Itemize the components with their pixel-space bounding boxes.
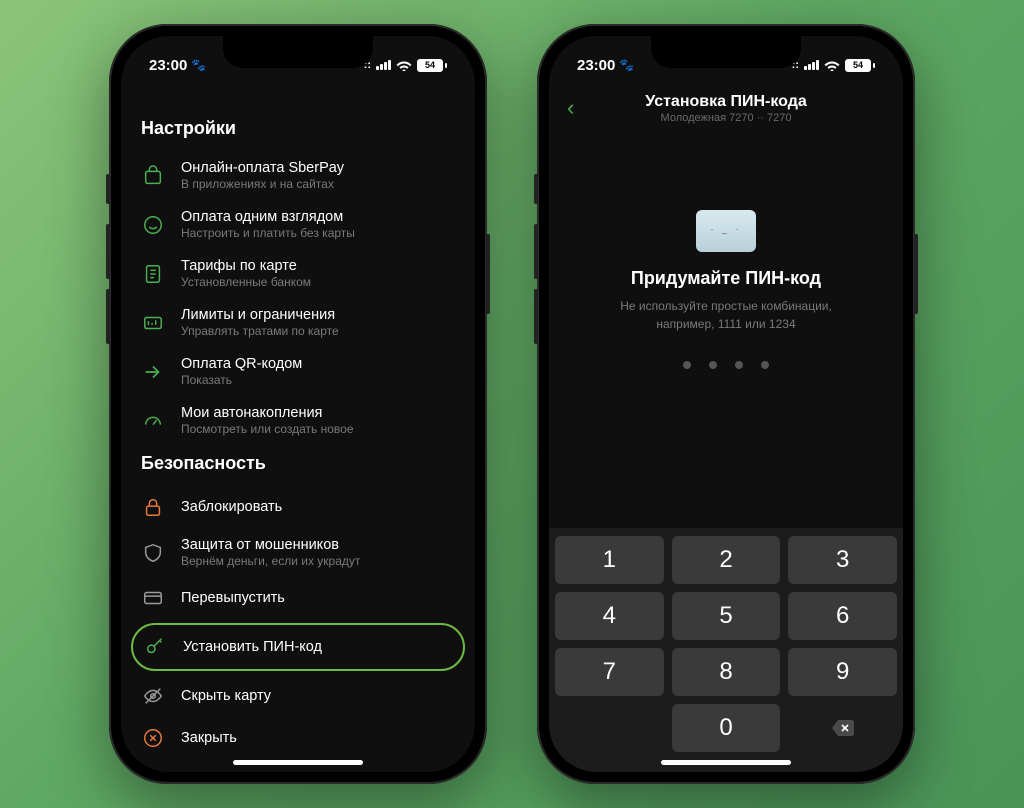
card-icon (141, 586, 165, 610)
nav-subtitle: Молодежная 7270 ·· 7270 (549, 112, 903, 124)
pin-dot (709, 361, 717, 369)
item-auto-savings[interactable]: Мои автонакопленияПосмотреть или создать… (121, 396, 475, 445)
phone-right: 23:00 🐾 :: 54 ‹ Установка ПИН-кода Молод… (537, 24, 915, 784)
battery-icon: 54 (845, 59, 875, 72)
backspace-icon (830, 718, 856, 738)
item-hide-card[interactable]: Скрыть карту (121, 675, 475, 717)
phone-left: 23:00 🐾 :: 54 Настройки Онлайн-оплата Sb… (109, 24, 487, 784)
key-3[interactable]: 3 (788, 536, 897, 584)
status-time: 23:00 (149, 57, 187, 74)
item-qr[interactable]: Оплата QR-кодомПоказать (121, 347, 475, 396)
item-title: Онлайн-оплата SberPay (181, 160, 455, 176)
settings-content[interactable]: Настройки Онлайн-оплата SberPayВ приложе… (121, 80, 475, 772)
key-9[interactable]: 9 (788, 648, 897, 696)
item-sub: В приложениях и на сайтах (181, 177, 455, 191)
key-7[interactable]: 7 (555, 648, 664, 696)
item-limits[interactable]: Лимиты и ограниченияУправлять тратами по… (121, 298, 475, 347)
signal-icon (804, 60, 819, 70)
shield-icon (141, 541, 165, 565)
nav-bar: ‹ Установка ПИН-кода Молодежная 7270 ·· … (549, 80, 903, 130)
wifi-icon (824, 59, 840, 71)
pin-heading: Придумайте ПИН-код (549, 268, 903, 289)
key-0[interactable]: 0 (672, 704, 781, 752)
card-illustration: · _ · (696, 210, 756, 252)
notch (223, 36, 373, 68)
lock-icon (141, 495, 165, 519)
section-title-settings: Настройки (121, 110, 475, 151)
close-circle-icon (141, 726, 165, 750)
item-sberpay[interactable]: Онлайн-оплата SberPayВ приложениях и на … (121, 151, 475, 200)
item-close[interactable]: Закрыть (121, 717, 475, 759)
bag-icon (141, 164, 165, 188)
pin-dot (761, 361, 769, 369)
pin-dot (683, 361, 691, 369)
status-time: 23:00 (577, 57, 615, 74)
battery-icon: 54 (417, 59, 447, 72)
item-fraud[interactable]: Защита от мошенниковВернём деньги, если … (121, 528, 475, 577)
pin-hint: Не используйте простые комбинации, напри… (549, 297, 903, 333)
key-icon (143, 635, 167, 659)
home-indicator[interactable] (233, 760, 363, 765)
key-blank (555, 704, 664, 752)
item-set-pin[interactable]: Установить ПИН-код (131, 623, 465, 671)
key-6[interactable]: 6 (788, 592, 897, 640)
key-4[interactable]: 4 (555, 592, 664, 640)
section-title-security: Безопасность (121, 445, 475, 486)
item-reissue[interactable]: Перевыпустить (121, 577, 475, 619)
gauge-icon (141, 409, 165, 433)
paw-icon: 🐾 (191, 58, 206, 72)
pin-dots (549, 361, 903, 369)
home-indicator[interactable] (661, 760, 791, 765)
eye-off-icon (141, 684, 165, 708)
key-8[interactable]: 8 (672, 648, 781, 696)
paw-icon: 🐾 (619, 58, 634, 72)
face-icon (141, 213, 165, 237)
item-face-pay[interactable]: Оплата одним взглядомНастроить и платить… (121, 200, 475, 249)
arrow-icon (141, 360, 165, 384)
battery-level: 54 (425, 60, 435, 70)
limits-icon (141, 311, 165, 335)
key-1[interactable]: 1 (555, 536, 664, 584)
battery-level: 54 (853, 60, 863, 70)
numeric-keypad: 1 2 3 4 5 6 7 8 9 0 (549, 528, 903, 772)
signal-icon (376, 60, 391, 70)
item-block[interactable]: Заблокировать (121, 486, 475, 528)
nav-title: Установка ПИН-кода (549, 93, 903, 111)
key-delete[interactable] (788, 704, 897, 752)
key-2[interactable]: 2 (672, 536, 781, 584)
wifi-icon (396, 59, 412, 71)
pin-dot (735, 361, 743, 369)
notch (651, 36, 801, 68)
key-5[interactable]: 5 (672, 592, 781, 640)
doc-icon (141, 262, 165, 286)
item-tariffs[interactable]: Тарифы по картеУстановленные банком (121, 249, 475, 298)
